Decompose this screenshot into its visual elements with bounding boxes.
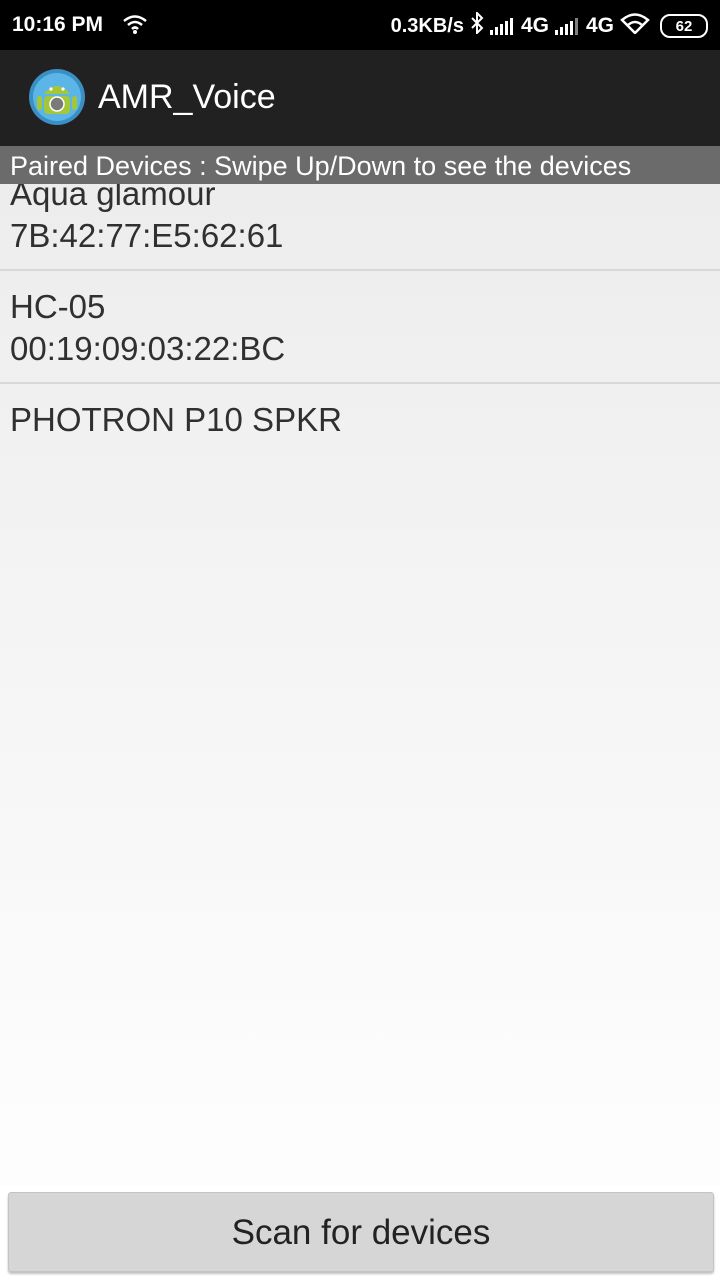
status-bar: 10:16 PM 0.3KB/s 4G 4G 62 [0,0,720,50]
network-type-1: 4G [520,14,549,37]
hotspot-icon [122,13,148,41]
scan-for-devices-button[interactable]: Scan for devices [8,1192,714,1272]
android-app-icon [28,68,86,126]
signal-icon [489,17,513,35]
signal-icon-2 [554,17,578,35]
status-time: 10:16 PM [12,13,104,36]
network-speed: 0.3KB/s [390,14,464,37]
device-item-photron[interactable]: PHOTRON P10 SPKR [0,399,720,441]
wifi-icon [620,12,650,40]
battery-icon: 62 [660,14,708,38]
device-name: PHOTRON P10 SPKR [10,401,342,438]
paired-devices-header: Paired Devices : Swipe Up/Down to see th… [0,146,720,184]
bluetooth-icon [470,10,484,40]
device-item-aqua-glamour[interactable]: Aqua glamour 7B:42:77:E5:62:61 [0,173,720,257]
app-title: AMR_Voice [98,78,276,116]
network-type-2: 4G [585,14,614,37]
device-item-hc-05[interactable]: HC-05 00:19:09:03:22:BC [0,286,720,370]
divider [0,269,720,271]
divider [0,382,720,384]
device-address: 7B:42:77:E5:62:61 [10,217,284,254]
device-name: HC-05 [10,288,106,325]
device-address: 00:19:09:03:22:BC [10,330,286,367]
